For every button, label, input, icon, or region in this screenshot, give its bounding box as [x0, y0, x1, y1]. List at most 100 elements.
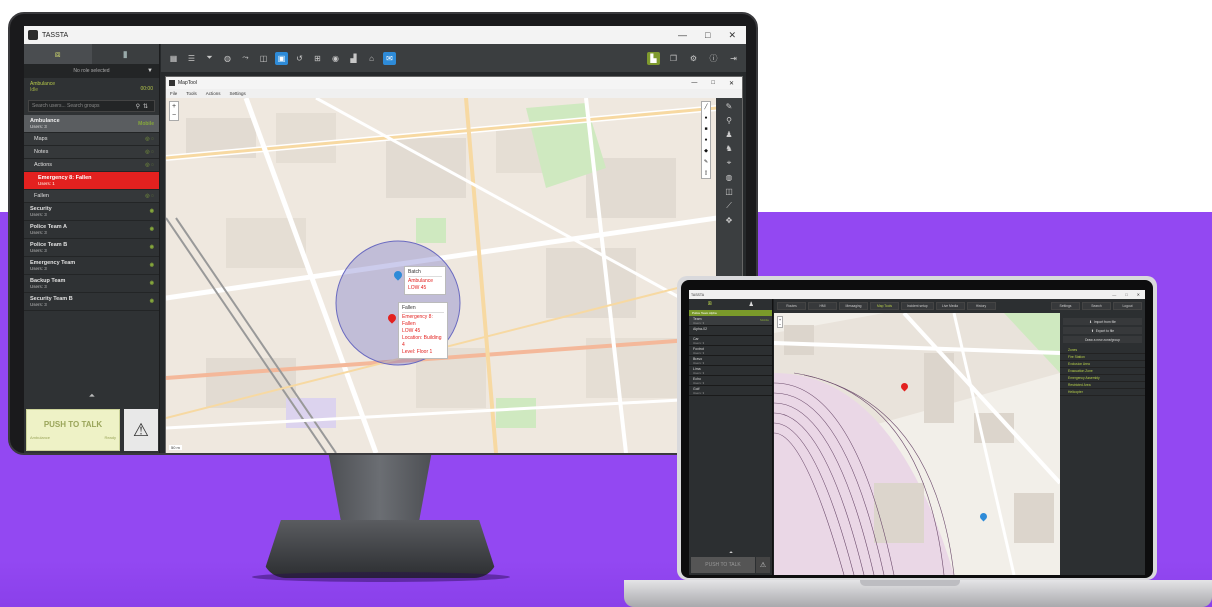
expand-up-icon[interactable]: ⏶ — [689, 550, 773, 556]
marker-tool-icon[interactable]: ◆ — [704, 148, 708, 154]
group-actions-icon[interactable]: ◎ ◌ — [145, 136, 154, 142]
push-to-talk-button[interactable]: PUSH TO TALK Ambulance Ready — [26, 409, 120, 451]
zoom-in-button[interactable]: + — [170, 102, 178, 111]
emergency-alarm-button[interactable]: ⚠ — [756, 557, 770, 573]
map-tool-icon[interactable]: ▣ — [275, 51, 288, 65]
person-icon[interactable]: ♟ — [725, 130, 732, 139]
role-select[interactable]: No role selected ▼ — [24, 64, 159, 78]
search-input[interactable]: Search users... Search groups ⚲⇅ — [28, 100, 155, 112]
group-row-security-b[interactable]: Security Team B Users: 3 ◉ — [24, 293, 159, 311]
maximize-button[interactable]: □ — [711, 80, 715, 87]
export-button[interactable]: ⬆ Export to file — [1063, 327, 1142, 334]
route-icon[interactable]: ⤳ — [239, 52, 252, 65]
push-to-talk-button[interactable]: PUSH TO TALK — [691, 557, 755, 573]
radio-icon[interactable]: ◉ — [150, 298, 154, 304]
filter-icon[interactable]: ⏷ — [203, 52, 216, 65]
globe-icon[interactable]: ◍ — [726, 173, 733, 182]
list-item[interactable]: Car Users: 3 — [689, 336, 772, 346]
square-tool-icon[interactable]: ■ — [704, 126, 707, 132]
laptop-map-canvas[interactable]: + − — [774, 313, 1060, 575]
copy-icon[interactable]: ❐ — [667, 52, 680, 65]
nav-messaging[interactable]: Messaging — [839, 302, 868, 310]
zoom-out-button[interactable]: − — [170, 111, 178, 120]
point-tool-icon[interactable]: ● — [704, 115, 707, 121]
list-item[interactable]: Team Users: 3 Mobile — [689, 316, 772, 326]
filter-icon[interactable]: ⚲ — [136, 104, 143, 110]
zoom-out-button[interactable]: − — [778, 322, 782, 327]
list-icon[interactable]: ☰ — [185, 52, 198, 65]
menu-actions[interactable]: Actions — [206, 91, 221, 96]
sort-icon[interactable]: ⇅ — [143, 104, 151, 110]
chart-icon[interactable]: ▟ — [347, 52, 360, 65]
info-icon[interactable]: ⓘ — [707, 52, 720, 65]
emergency-alarm-button[interactable]: ⚠ — [124, 409, 158, 451]
group-row-maps[interactable]: Maps ◎ ◌ — [24, 133, 159, 146]
tab-users[interactable]: ♟ — [731, 299, 773, 310]
draw-zone-button[interactable]: Draw a new zone/group — [1063, 336, 1142, 343]
nav-history[interactable]: History — [966, 302, 996, 310]
radio-icon[interactable]: ◉ — [150, 244, 154, 250]
popup-fallen[interactable]: Fallen Emergency 8: Fallen LOW 45 Locati… — [398, 302, 448, 359]
menu-tools[interactable]: Tools — [186, 91, 197, 96]
tab-groups[interactable]: ⧈ — [24, 44, 92, 64]
maximize-button[interactable]: □ — [1125, 292, 1127, 297]
zone-item[interactable]: Emergency Assembly — [1060, 375, 1145, 382]
minimize-button[interactable]: — — [678, 30, 687, 41]
nav-settings[interactable]: Settings — [1051, 302, 1080, 310]
move-icon[interactable]: ✥ — [726, 216, 733, 225]
radio-icon[interactable]: ◉ — [150, 262, 154, 268]
list-item[interactable]: Alpha-02 — [689, 326, 772, 336]
zone-item[interactable]: Zones — [1060, 347, 1145, 354]
edit-tool-icon[interactable]: ✎ — [704, 159, 708, 165]
group-row-notes[interactable]: Notes ◎ ◌ — [24, 146, 159, 159]
zone-item[interactable]: Restricted Area — [1060, 382, 1145, 389]
import-button[interactable]: ⬇ Import from file — [1063, 318, 1142, 325]
group-row-fallen[interactable]: Fallen ◎ ◌ — [24, 190, 159, 203]
popup-batch[interactable]: Batch Ambulance LOW 45 — [404, 266, 446, 295]
menu-file[interactable]: File — [170, 91, 177, 96]
group-row-police-b[interactable]: Police Team B Users: 3 ◉ — [24, 239, 159, 257]
minimize-button[interactable]: — — [1112, 292, 1116, 297]
close-button[interactable]: ✕ — [1137, 292, 1140, 297]
gear-icon[interactable]: ⚙ — [687, 52, 700, 65]
nav-logout[interactable]: Logout — [1113, 302, 1142, 310]
list-item[interactable]: Bravo Users: 3 — [689, 356, 772, 366]
radio-icon[interactable]: ◉ — [150, 226, 154, 232]
group-row-emergency-team[interactable]: Emergency Team Users: 3 ◉ — [24, 257, 159, 275]
layers-icon[interactable]: ▦ — [167, 52, 180, 65]
zone-item[interactable]: Fire Station — [1060, 354, 1145, 361]
tab-users[interactable]: ▮ — [92, 44, 160, 64]
history-icon[interactable]: ↺ — [293, 52, 306, 65]
group-row-police-a[interactable]: Police Team A Users: 3 ◉ — [24, 221, 159, 239]
maximize-button[interactable]: □ — [705, 30, 710, 41]
nav-incident-setup[interactable]: Incident setup — [901, 302, 934, 310]
zone-item[interactable]: Exclusion Area — [1060, 361, 1145, 368]
nav-live-media[interactable]: Live Media — [935, 302, 965, 310]
chat-icon[interactable]: ✉ — [383, 51, 396, 65]
ruler-icon[interactable]: ⟋ — [726, 201, 732, 211]
grid-icon[interactable]: ⊞ — [311, 52, 324, 65]
close-button[interactable]: ✕ — [728, 30, 736, 41]
home-icon[interactable]: ⌂ — [365, 52, 378, 65]
group-actions-icon[interactable]: ◎ ◌ — [145, 193, 154, 199]
menu-settings[interactable]: Settings — [230, 91, 246, 96]
group-icon[interactable]: ♞ — [725, 144, 732, 153]
expand-up-icon[interactable]: ⏶ — [24, 391, 160, 405]
radio-icon[interactable]: ◉ — [150, 208, 154, 214]
dispatch-icon[interactable]: ▙ — [647, 51, 660, 65]
list-item[interactable]: Echo Users: 3 — [689, 376, 772, 386]
geofence-icon[interactable]: ◫ — [257, 52, 270, 65]
zone-item[interactable]: Evacuation Zone — [1060, 368, 1145, 375]
group-row-actions[interactable]: Actions ◎ ◌ — [24, 159, 159, 172]
search-icon[interactable]: ⚲ — [726, 116, 732, 125]
group-row-backup[interactable]: Backup Team Users: 3 ◉ — [24, 275, 159, 293]
nav-hmi[interactable]: HMI — [808, 302, 837, 310]
nav-map-tools[interactable]: Map Tools — [870, 302, 899, 310]
tab-groups[interactable]: ⧈ — [689, 299, 731, 310]
list-item[interactable]: Lima Users: 3 — [689, 366, 772, 376]
map-canvas[interactable]: + − ╱ ● ■ ● ◆ ✎ ▯ Batch Ambulance LOW 45… — [166, 98, 717, 453]
group-actions-icon[interactable]: ◎ ◌ — [145, 162, 154, 168]
group-row-security[interactable]: Security Users: 3 ◉ — [24, 203, 159, 221]
group-row-emergency[interactable]: Emergency 8: Fallen Users: 1 — [24, 172, 159, 190]
zone-item[interactable]: Helicopter — [1060, 389, 1145, 396]
